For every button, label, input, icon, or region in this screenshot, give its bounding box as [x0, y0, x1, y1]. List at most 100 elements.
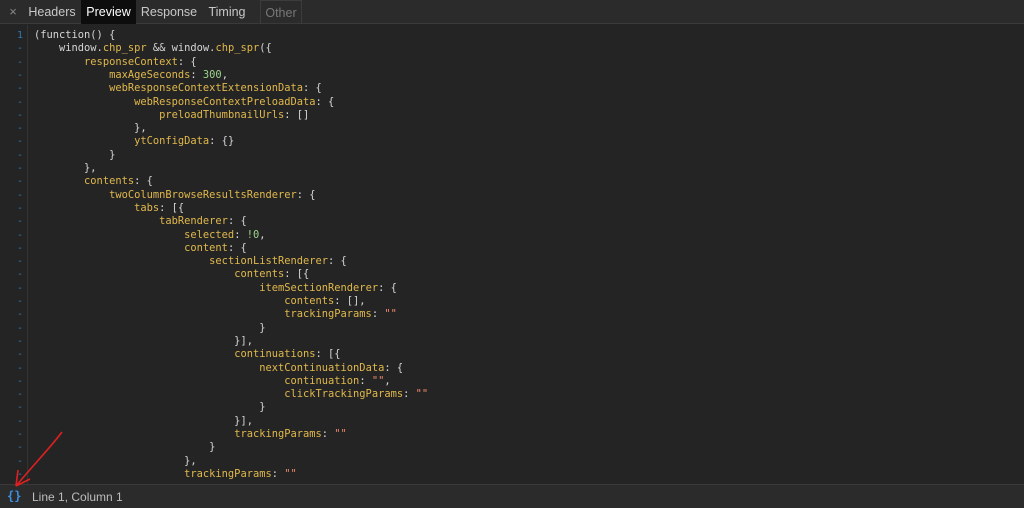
line-number: -: [16, 96, 23, 108]
code-token: "": [384, 308, 397, 321]
code-token: clickTrackingParams: [284, 388, 404, 401]
code-token: contents: [84, 175, 135, 188]
code-line: trackingParams: "": [34, 428, 347, 441]
code-token: "": [334, 428, 347, 440]
line-number: -: [16, 402, 23, 414]
line-number: 1: [16, 30, 23, 41]
code-line: }: [34, 441, 215, 454]
code-token: ,: [221, 68, 228, 81]
code-line: contents: [],: [34, 295, 366, 308]
code-token: : {: [134, 175, 153, 188]
code-token: (function() {: [34, 29, 116, 41]
code-token: continuations: [234, 348, 316, 361]
code-token: }: [34, 321, 266, 334]
code-line: window.chp_spr && window.chp_spr({: [34, 42, 272, 55]
code-token: }: [34, 401, 266, 414]
code-line: selected: !0,: [34, 229, 265, 242]
code-line: },: [34, 162, 97, 175]
code-token: responseContext: [84, 55, 178, 68]
code-token: : {: [315, 95, 335, 108]
tab-timing[interactable]: Timing: [202, 0, 252, 24]
tab-response[interactable]: Response: [138, 0, 200, 24]
line-number: -: [16, 202, 23, 214]
code-token: : {}: [209, 135, 235, 148]
line-number: -: [16, 349, 23, 361]
code-line: },: [34, 122, 147, 135]
code-token: : {: [328, 255, 347, 268]
line-number: -: [16, 389, 23, 401]
code-line: }: [34, 401, 265, 414]
code-token: "": [284, 467, 297, 480]
line-number: -: [16, 335, 23, 347]
code-token: :: [234, 228, 247, 241]
code-token: continuation: [284, 374, 360, 387]
code-token: "": [371, 374, 385, 387]
code-line: continuation: "",: [34, 374, 391, 388]
code-token: ,: [259, 228, 266, 241]
line-number: -: [16, 375, 23, 387]
code-token: ,: [384, 374, 391, 387]
code-token: : {: [384, 361, 404, 374]
code-token: : {: [296, 188, 316, 201]
code-line: tabs: [{: [34, 202, 184, 215]
code-token: },: [34, 162, 97, 174]
code-token: sectionListRenderer: [209, 255, 329, 268]
code-line: contents: {: [34, 175, 153, 188]
code-line: itemSectionRenderer: {: [34, 282, 397, 295]
code-token: }],: [34, 414, 253, 427]
code-line: preloadThumbnailUrls: []: [34, 109, 309, 122]
line-number: -: [16, 56, 23, 68]
code-token: webResponseContextExtensionData: [109, 82, 304, 95]
code-line: }],: [34, 415, 253, 428]
pretty-print-icon[interactable]: {}: [7, 489, 21, 503]
code-token: ytConfigData: [134, 135, 210, 148]
line-number: -: [16, 149, 23, 161]
code-token: 300: [202, 68, 222, 81]
line-number: -: [16, 468, 23, 480]
code-token: chp_spr: [215, 42, 260, 55]
code-token: !0: [246, 228, 260, 241]
line-number: -: [16, 269, 23, 281]
code-token: },: [34, 454, 197, 467]
line-number: -: [16, 43, 23, 55]
code-preview-editor[interactable]: 1--------------------------------- (func…: [0, 25, 1024, 484]
code-token: : {: [177, 55, 197, 68]
tab-other[interactable]: Other: [260, 0, 302, 24]
tab-preview[interactable]: Preview: [81, 0, 136, 24]
code-token: content: [184, 241, 228, 254]
line-number: -: [16, 176, 23, 188]
line-number: -: [16, 229, 23, 241]
code-line: nextContinuationData: {: [34, 362, 403, 375]
code-token: trackingParams: [284, 308, 372, 321]
code-line: contents: [{: [34, 268, 309, 281]
line-number: -: [16, 163, 23, 174]
line-number: -: [16, 455, 23, 467]
code-token: maxAgeSeconds: [109, 68, 191, 81]
code-line: clickTrackingParams: "": [34, 388, 428, 401]
line-number: -: [16, 442, 23, 454]
code-token: : {: [227, 241, 247, 254]
code-line: webResponseContextPreloadData: {: [34, 96, 334, 109]
code-line: sectionListRenderer: {: [34, 255, 347, 268]
cursor-position: Line 1, Column 1: [32, 490, 123, 504]
status-bar: {} Line 1, Column 1: [0, 484, 1024, 508]
code-token: tabs: [134, 201, 160, 214]
code-token: : [],: [334, 295, 366, 307]
line-number: -: [16, 415, 23, 427]
line-number: -: [16, 282, 23, 294]
code-token: nextContinuationData: [259, 361, 385, 374]
tab-headers[interactable]: Headers: [24, 0, 80, 24]
code-line: }],: [34, 335, 253, 348]
line-number: -: [16, 429, 23, 440]
code-line: (function() {: [34, 29, 115, 42]
close-icon[interactable]: ×: [6, 4, 20, 20]
